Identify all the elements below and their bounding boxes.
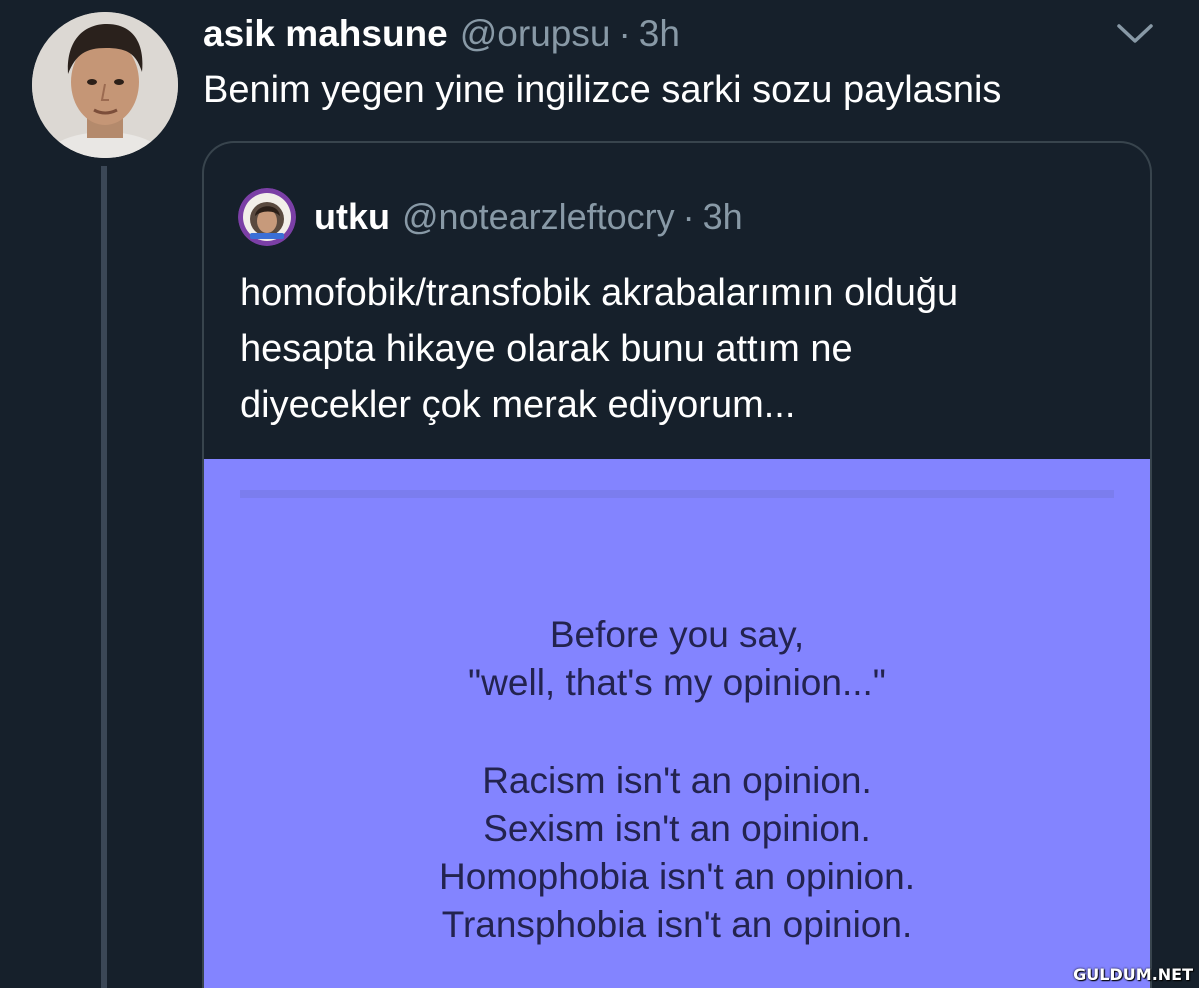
- quoted-tweet-card[interactable]: utku @notearzleftocry · 3h homofobik/tra…: [202, 141, 1152, 988]
- author-name[interactable]: asik mahsune: [203, 13, 448, 55]
- tweet-text: Benim yegen yine ingilizce sarki sozu pa…: [203, 69, 1002, 111]
- quoted-tweet-image[interactable]: Before you say, "well, that's my opinion…: [204, 459, 1150, 988]
- tweet-header: asik mahsune @orupsu · 3h: [203, 8, 680, 60]
- image-text-line: "well, that's my opinion...": [468, 662, 886, 703]
- image-text-group-1: Before you say, "well, that's my opinion…: [204, 611, 1150, 707]
- separator-dot: ·: [618, 13, 631, 54]
- profile-photo-icon: [238, 188, 296, 246]
- quoted-text-line: homofobik/transfobik akrabalarımın olduğ…: [240, 272, 959, 314]
- quoted-tweet-text: homofobik/transfobik akrabalarımın olduğ…: [240, 265, 1120, 433]
- quoted-text-line: hesapta hikaye olarak bunu attım ne: [240, 328, 853, 370]
- tweet-menu-button[interactable]: [1112, 16, 1158, 50]
- image-text-line: Sexism isn't an opinion.: [483, 808, 871, 849]
- image-text-line: Homophobia isn't an opinion.: [438, 856, 916, 897]
- quoted-author-handle[interactable]: @notearzleftocry: [402, 196, 675, 238]
- tweet-time[interactable]: 3h: [639, 13, 680, 55]
- author-avatar[interactable]: [32, 12, 178, 158]
- image-text-group-2: Racism isn't an opinion. Sexism isn't an…: [204, 757, 1150, 949]
- image-text-line: Racism isn't an opinion.: [482, 760, 872, 801]
- author-handle[interactable]: @orupsu: [460, 13, 611, 55]
- tweet-page: asik mahsune @orupsu · 3h Benim yegen yi…: [0, 0, 1199, 988]
- quoted-author-avatar[interactable]: [238, 188, 296, 246]
- thread-line: [101, 166, 107, 988]
- image-text-line: Before you say,: [549, 614, 805, 655]
- quoted-text-line: diyecekler çok merak ediyorum...: [240, 384, 796, 426]
- chevron-down-icon: [1117, 24, 1153, 43]
- profile-photo-icon: [32, 12, 178, 158]
- quoted-tweet-time[interactable]: 3h: [703, 196, 743, 238]
- quoted-tweet-header: utku @notearzleftocry · 3h: [238, 187, 743, 247]
- separator-dot: ·: [682, 196, 695, 237]
- quoted-author-name[interactable]: utku: [314, 196, 390, 238]
- image-text-line: Transphobia isn't an opinion.: [441, 904, 913, 945]
- watermark: GULDUM.NET: [1073, 965, 1193, 984]
- image-top-bar: [240, 490, 1114, 498]
